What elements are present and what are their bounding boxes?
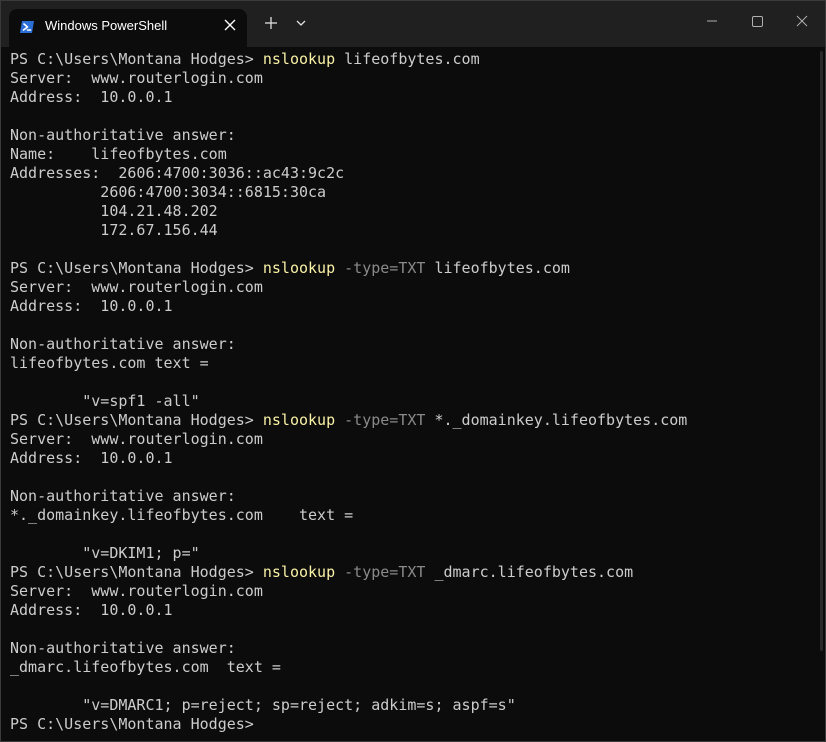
output-text: _dmarc.lifeofbytes.com text = bbox=[10, 658, 281, 676]
terminal-line: Addresses: 2606:4700:3036::ac43:9c2c bbox=[10, 164, 819, 183]
output-text: "v=DMARC1; p=reject; sp=reject; adkim=s;… bbox=[10, 696, 516, 714]
terminal-line: 172.67.156.44 bbox=[10, 221, 819, 240]
terminal-line: PS C:\Users\Montana Hodges> nslookup -ty… bbox=[10, 563, 819, 582]
terminal-line: Non-authoritative answer: bbox=[10, 335, 819, 354]
output-text: "v=spf1 -all" bbox=[10, 392, 200, 410]
command-text: nslookup bbox=[262, 563, 336, 581]
output-text: _dmarc.lifeofbytes.com bbox=[425, 563, 634, 581]
terminal-line: _dmarc.lifeofbytes.com text = bbox=[10, 658, 819, 677]
output-text: Address: 10.0.0.1 bbox=[10, 88, 173, 106]
terminal-line: lifeofbytes.com text = bbox=[10, 354, 819, 373]
terminal-line: Server: www.routerlogin.com bbox=[10, 582, 819, 601]
command-text: nslookup bbox=[262, 259, 336, 277]
output-text: lifeofbytes.com bbox=[335, 50, 480, 68]
terminal-line: Server: www.routerlogin.com bbox=[10, 430, 819, 449]
output-text: Non-authoritative answer: bbox=[10, 126, 236, 144]
terminal-line: PS C:\Users\Montana Hodges> nslookup -ty… bbox=[10, 411, 819, 430]
minimize-icon[interactable] bbox=[689, 1, 735, 41]
terminal-line: Server: www.routerlogin.com bbox=[10, 69, 819, 88]
output-text: PS C:\Users\Montana Hodges> bbox=[10, 50, 263, 68]
terminal-line: PS C:\Users\Montana Hodges> nslookup lif… bbox=[10, 50, 819, 69]
terminal-line: 2606:4700:3034::6815:30ca bbox=[10, 183, 819, 202]
terminal-line: Non-authoritative answer: bbox=[10, 487, 819, 506]
command-text: nslookup bbox=[262, 411, 336, 429]
terminal-line: PS C:\Users\Montana Hodges> nslookup -ty… bbox=[10, 259, 819, 278]
tab-title: Windows PowerShell bbox=[45, 18, 168, 33]
maximize-icon[interactable] bbox=[735, 1, 781, 41]
output-text: Server: www.routerlogin.com bbox=[10, 430, 263, 448]
output-text: "v=DKIM1; p=" bbox=[10, 544, 200, 562]
scrollbar[interactable] bbox=[820, 51, 823, 651]
title-bar[interactable]: Windows PowerShell bbox=[1, 1, 825, 47]
terminal-line: PS C:\Users\Montana Hodges> bbox=[10, 715, 819, 734]
output-text: 172.67.156.44 bbox=[10, 221, 218, 239]
output-text: 104.21.48.202 bbox=[10, 202, 218, 220]
terminal-output[interactable]: PS C:\Users\Montana Hodges> nslookup lif… bbox=[10, 50, 819, 741]
powershell-icon bbox=[20, 21, 34, 33]
output-text: PS C:\Users\Montana Hodges> bbox=[10, 715, 254, 733]
output-text: PS C:\Users\Montana Hodges> bbox=[10, 411, 263, 429]
terminal-line: 104.21.48.202 bbox=[10, 202, 819, 221]
output-text: *._domainkey.lifeofbytes.com text = bbox=[10, 506, 354, 524]
output-text: lifeofbytes.com bbox=[425, 259, 570, 277]
terminal-line: Address: 10.0.0.1 bbox=[10, 297, 819, 316]
terminal-line: Non-authoritative answer: bbox=[10, 126, 819, 145]
terminal-window: Windows PowerShell PS C:\Users\Montana H… bbox=[0, 0, 826, 742]
terminal-line: Server: www.routerlogin.com bbox=[10, 278, 819, 297]
terminal-line: *._domainkey.lifeofbytes.com text = bbox=[10, 506, 819, 525]
output-text: Server: www.routerlogin.com bbox=[10, 582, 263, 600]
output-text: 2606:4700:3034::6815:30ca bbox=[10, 183, 327, 201]
output-text: Server: www.routerlogin.com bbox=[10, 69, 263, 87]
terminal-line: "v=DKIM1; p=" bbox=[10, 544, 819, 563]
terminal-line: "v=spf1 -all" bbox=[10, 392, 819, 411]
terminal-line: "v=DMARC1; p=reject; sp=reject; adkim=s;… bbox=[10, 696, 819, 715]
tab-close-icon[interactable] bbox=[221, 16, 239, 34]
command-text: nslookup bbox=[262, 50, 336, 68]
output-text: Non-authoritative answer: bbox=[10, 639, 236, 657]
parameter-text: -type=TXT bbox=[335, 563, 426, 581]
output-text: PS C:\Users\Montana Hodges> bbox=[10, 259, 263, 277]
plus-icon[interactable] bbox=[261, 13, 281, 33]
terminal-line: Address: 10.0.0.1 bbox=[10, 601, 819, 620]
output-text: PS C:\Users\Montana Hodges> bbox=[10, 563, 263, 581]
terminal-line: Name: lifeofbytes.com bbox=[10, 145, 819, 164]
output-text: Server: www.routerlogin.com bbox=[10, 278, 263, 296]
chevron-down-icon[interactable] bbox=[291, 13, 311, 33]
output-text: Non-authoritative answer: bbox=[10, 487, 236, 505]
output-text: Address: 10.0.0.1 bbox=[10, 601, 173, 619]
parameter-text: -type=TXT bbox=[335, 411, 426, 429]
output-text: Address: 10.0.0.1 bbox=[10, 449, 173, 467]
output-text: *._domainkey.lifeofbytes.com bbox=[425, 411, 688, 429]
terminal-line: Address: 10.0.0.1 bbox=[10, 88, 819, 107]
terminal-line: Non-authoritative answer: bbox=[10, 639, 819, 658]
output-text: Address: 10.0.0.1 bbox=[10, 297, 173, 315]
output-text: Name: lifeofbytes.com bbox=[10, 145, 227, 163]
terminal-line: Address: 10.0.0.1 bbox=[10, 449, 819, 468]
parameter-text: -type=TXT bbox=[335, 259, 426, 277]
close-icon[interactable] bbox=[779, 1, 825, 41]
output-text: lifeofbytes.com text = bbox=[10, 354, 209, 372]
output-text: Non-authoritative answer: bbox=[10, 335, 236, 353]
tab-windows-powershell[interactable]: Windows PowerShell bbox=[9, 9, 247, 47]
output-text: Addresses: 2606:4700:3036::ac43:9c2c bbox=[10, 164, 345, 182]
